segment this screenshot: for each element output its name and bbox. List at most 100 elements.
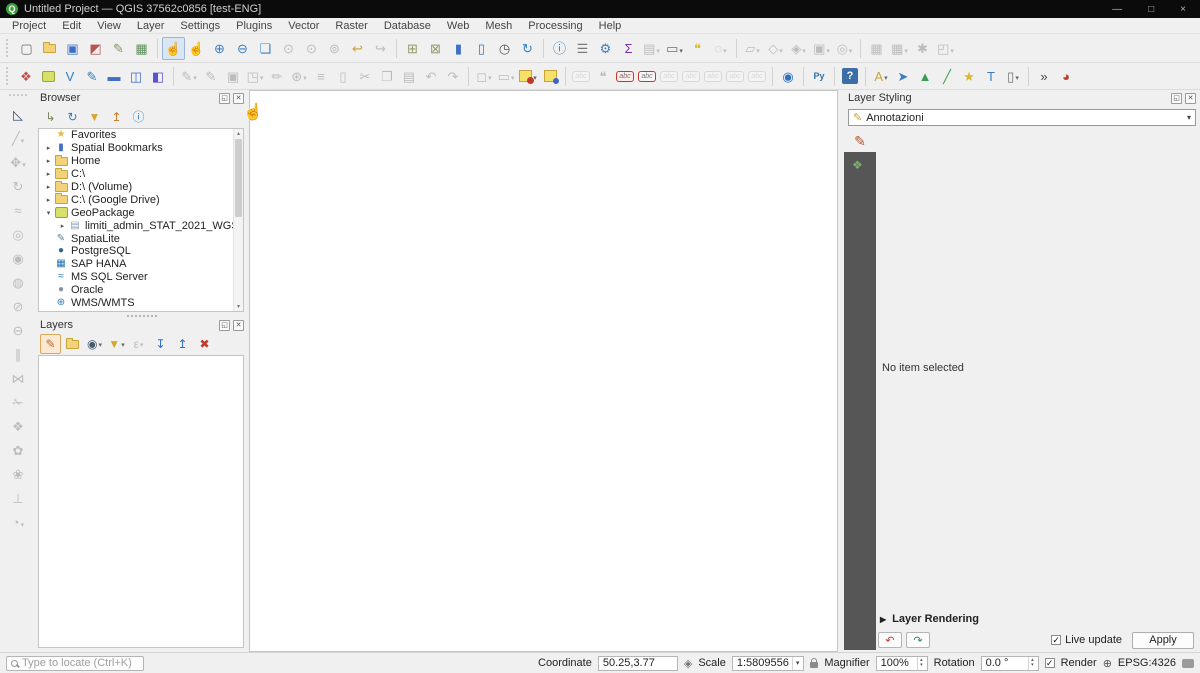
highlight-pinned-labels-button[interactable]: abc: [570, 65, 592, 87]
simplify-feature-button[interactable]: ≈: [5, 199, 31, 222]
zoom-full-extent-button[interactable]: ❏: [254, 37, 277, 60]
styling-redo-button[interactable]: ↷: [906, 632, 930, 648]
new-text-along-line-annotation-button[interactable]: ▯▾: [1002, 65, 1024, 87]
zoom-last-button[interactable]: ↩: [346, 37, 369, 60]
python-console-button[interactable]: Py: [808, 65, 830, 87]
new-map-view-button[interactable]: ⊞: [401, 37, 424, 60]
browser-item-spatial-bookmarks[interactable]: ▸▮Spatial Bookmarks: [39, 142, 243, 155]
new-gpx-layer-button[interactable]: ◫: [125, 65, 147, 87]
render-checkbox[interactable]: ✓: [1045, 658, 1055, 668]
browser-float-button[interactable]: ◱: [219, 93, 230, 104]
map-canvas[interactable]: [249, 90, 838, 652]
browser-item-favorites[interactable]: ★Favorites: [39, 129, 243, 142]
menu-database[interactable]: Database: [376, 19, 439, 33]
menu-view[interactable]: View: [89, 19, 129, 33]
multi-edit-attributes-button[interactable]: ≡: [310, 65, 332, 87]
locator-search-input[interactable]: Type to locate (Ctrl+K): [6, 656, 144, 671]
metasearch-button[interactable]: ◉: [777, 65, 799, 87]
close-button[interactable]: ×: [1180, 4, 1186, 15]
offset-point-symbol-button[interactable]: ❀: [5, 463, 31, 486]
undo-button[interactable]: ↶: [420, 65, 442, 87]
data-source-manager-button[interactable]: ❖: [15, 65, 37, 87]
browser-item-vector-tiles[interactable]: ▦Vector Tiles: [39, 309, 243, 312]
construction-tools-button[interactable]: ╱▾: [5, 127, 31, 150]
menu-edit[interactable]: Edit: [54, 19, 89, 33]
remove-layer-group-button[interactable]: ✖: [194, 334, 215, 354]
browser-item-ms-sql-server[interactable]: ≈MS SQL Server: [39, 271, 243, 284]
browser-item-limiti-admin-stat-2021-wgs84-gpkg[interactable]: ▸▤limiti_admin_STAT_2021_WGS84.gpkg: [39, 219, 243, 232]
new-spatial-bookmark-button[interactable]: ▮: [447, 37, 470, 60]
invert-selection-button[interactable]: ◎▾: [833, 37, 856, 60]
move-feature-button[interactable]: ✥▾: [5, 151, 31, 174]
lock-scale-icon[interactable]: [810, 662, 818, 668]
cad-construction-button[interactable]: ◔▾: [5, 511, 31, 534]
select-by-form-button[interactable]: ▭▾: [495, 65, 517, 87]
new-geopackage-layer-button[interactable]: [37, 65, 59, 87]
delete-part-button[interactable]: ⊖: [5, 319, 31, 342]
delete-ring-button[interactable]: ⊘: [5, 295, 31, 318]
browser-item-home[interactable]: ▸Home: [39, 155, 243, 168]
cut-features-button[interactable]: ✂: [354, 65, 376, 87]
pan-map-button[interactable]: ☝: [162, 37, 185, 60]
layer-select-combo[interactable]: ✎ Annotazioni ▾: [848, 109, 1196, 126]
zoom-in-button[interactable]: ⊕: [208, 37, 231, 60]
zoom-to-selection-button[interactable]: ⊙: [277, 37, 300, 60]
menu-web[interactable]: Web: [439, 19, 477, 33]
save-project-button[interactable]: ▣: [61, 37, 84, 60]
merge-features-button[interactable]: ❖: [5, 415, 31, 438]
new-text-annotation-button[interactable]: T: [980, 65, 1002, 87]
new-marker-annotation-button[interactable]: ★: [958, 65, 980, 87]
menu-raster[interactable]: Raster: [327, 19, 375, 33]
collapse-all-button[interactable]: ↥: [106, 107, 127, 127]
layers-close-button[interactable]: ✕: [233, 320, 244, 331]
browser-item-c[interactable]: ▸C:\: [39, 168, 243, 181]
add-group-button[interactable]: [62, 334, 83, 354]
show-spatial-bookmarks-button[interactable]: ▯: [470, 37, 493, 60]
styling-undo-button[interactable]: ↶: [878, 632, 902, 648]
open-project-button[interactable]: [38, 37, 61, 60]
identify-features-button[interactable]: ⓘ: [548, 37, 571, 60]
show-hidden-labels-button[interactable]: ❝: [592, 65, 614, 87]
zoom-to-layer-button[interactable]: ⊙: [300, 37, 323, 60]
scroll-up-icon[interactable]: ▴: [234, 130, 243, 137]
select-features-rect-button[interactable]: ◻▾: [473, 65, 495, 87]
spinner-arrows-icon[interactable]: ▴▾: [1028, 657, 1034, 670]
vertex-tool-button[interactable]: ⊛▾: [288, 65, 310, 87]
layers-list[interactable]: [38, 355, 244, 648]
scrollbar-thumb[interactable]: [235, 139, 242, 217]
styling-close-button[interactable]: ✕: [1185, 93, 1196, 104]
save-layer-edits-button[interactable]: ▣: [222, 65, 244, 87]
advanced-digitizing-tools-button[interactable]: ◺: [5, 103, 31, 126]
open-attribute-table-button[interactable]: ▦: [865, 37, 888, 60]
fill-ring-button[interactable]: ◍: [5, 271, 31, 294]
temporal-controller-button[interactable]: ◷: [493, 37, 516, 60]
attribute-table-selected-button[interactable]: ▦▾: [888, 37, 911, 60]
menu-layer[interactable]: Layer: [129, 19, 173, 33]
browser-item-sap-hana[interactable]: ▦SAP HANA: [39, 258, 243, 271]
expand-arrow[interactable]: ▸: [57, 222, 68, 230]
deselect-features-button[interactable]: ▣▾: [810, 37, 833, 60]
edit-form-button[interactable]: ▤▾: [640, 37, 663, 60]
spinner-arrows-icon[interactable]: ▴▾: [917, 657, 923, 670]
refresh-map-button[interactable]: ↻: [516, 37, 539, 60]
layer-actions-button[interactable]: ◰▾: [934, 37, 957, 60]
new-virtual-layer-button[interactable]: ◧: [147, 65, 169, 87]
new-line-annotation-button[interactable]: ╱: [936, 65, 958, 87]
filter-legend-button[interactable]: ▼▾: [106, 334, 127, 354]
rotate-feature-button[interactable]: ↻: [5, 175, 31, 198]
crs-status-button[interactable]: EPSG:4326: [1118, 657, 1176, 669]
menu-mesh[interactable]: Mesh: [477, 19, 520, 33]
styling-float-button[interactable]: ◱: [1171, 93, 1182, 104]
select-features-button[interactable]: ▱▾: [741, 37, 764, 60]
browser-close-button[interactable]: ✕: [233, 93, 244, 104]
offset-curve-button[interactable]: ∥: [5, 343, 31, 366]
new-mesh-layer-button[interactable]: ▬: [103, 65, 125, 87]
zoom-out-button[interactable]: ⊖: [231, 37, 254, 60]
expand-arrow[interactable]: ▸: [43, 157, 54, 165]
map-tips-button[interactable]: ❝: [686, 37, 709, 60]
browser-item-wms-wmts[interactable]: ⊕WMS/WMTS: [39, 297, 243, 310]
browser-item-geopackage[interactable]: ▾GeoPackage: [39, 206, 243, 219]
rotate-label-button[interactable]: abc: [724, 65, 746, 87]
processing-toolbox-button[interactable]: ⚙: [594, 37, 617, 60]
statistical-summary-button[interactable]: Σ: [617, 37, 640, 60]
